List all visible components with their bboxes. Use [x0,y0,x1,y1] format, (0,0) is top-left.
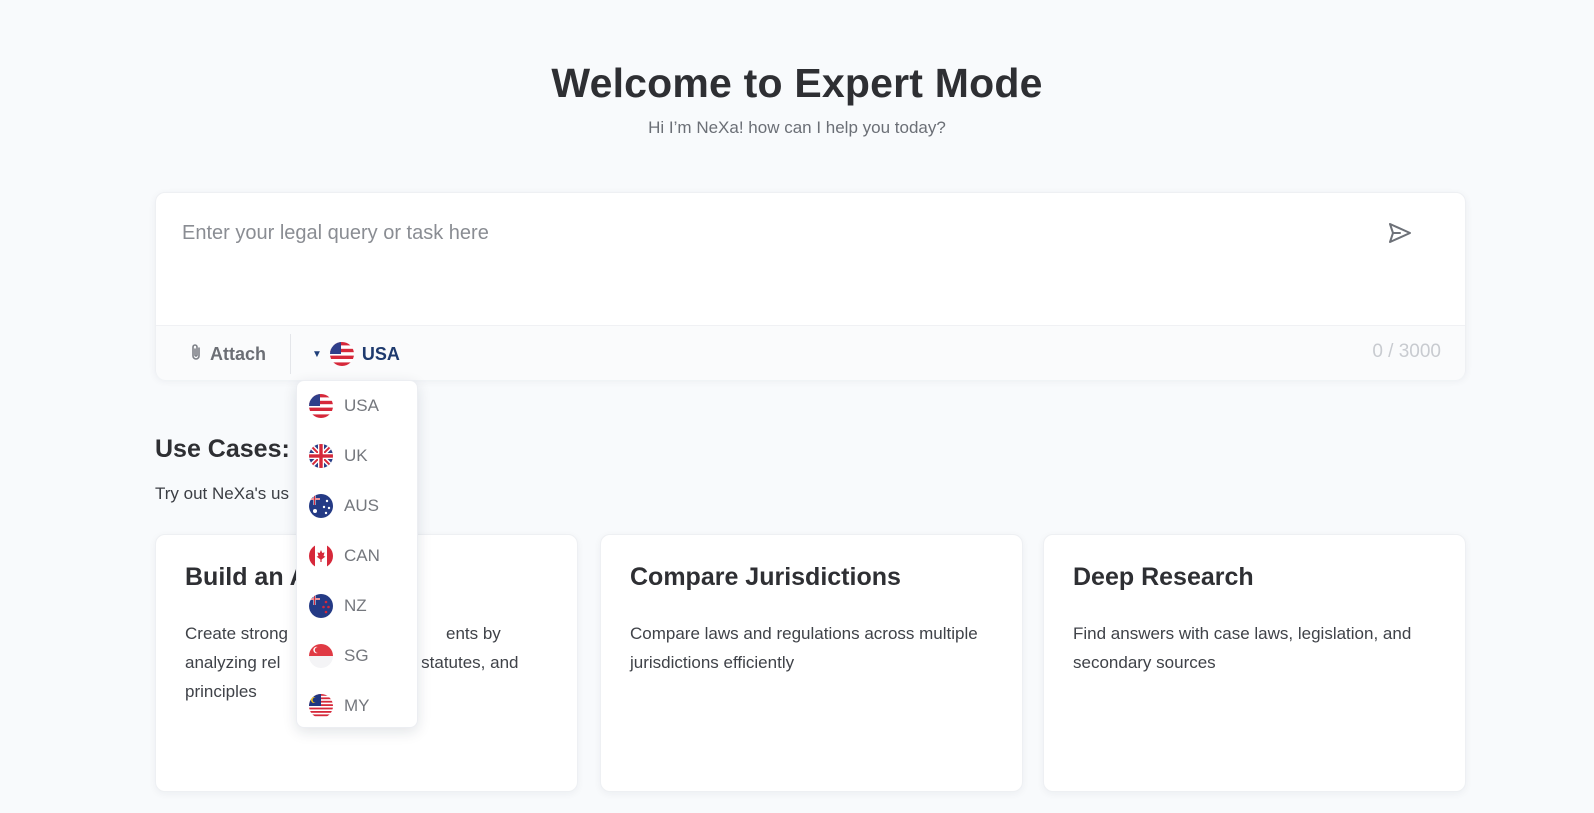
use-cases-title: Use Cases: [155,435,290,463]
char-counter: 0 / 3000 [1372,341,1441,362]
desc-fragment: ents by [446,624,501,643]
country-option-can[interactable]: CAN [309,541,409,571]
paperclip-icon [190,343,202,366]
use-case-title: Deep Research [1073,563,1254,591]
flag-nz-icon [309,594,333,618]
caret-down-icon: ▼ [312,348,322,360]
use-case-description: Compare laws and regulations across mult… [630,624,978,672]
country-option-nz[interactable]: NZ [309,591,409,621]
query-card: Attach ▼ USA 0 / 3000 [155,192,1466,380]
country-option-label: AUS [344,496,379,515]
country-option-label: CAN [344,546,380,565]
flag-aus-icon [309,494,333,518]
attach-button[interactable]: Attach [190,340,266,368]
use-case-card-deep-research[interactable]: Deep Research Find answers with case law… [1043,534,1466,792]
country-option-label: NZ [344,596,367,615]
flag-us-icon [309,394,333,418]
desc-fragment: y, statutes, and [404,653,519,672]
send-button[interactable] [1384,219,1416,251]
query-input[interactable] [182,213,1332,253]
desc-fragment: principles [185,682,257,701]
page-subtitle: Hi I’m NeXa! how can I help you today? [648,118,946,137]
flag-my-icon [309,694,333,718]
country-dropdown-menu: USA UK AUS CAN NZ SG MY [296,380,418,728]
flag-us-icon [329,342,354,366]
toolbar-divider [290,334,291,374]
country-option-my[interactable]: MY [309,691,409,721]
country-option-uk[interactable]: UK [309,441,409,471]
country-option-label: UK [344,446,368,465]
country-option-label: SG [344,646,369,665]
flag-uk-icon [309,444,333,468]
page-title: Welcome to Expert Mode [551,60,1043,106]
country-option-aus[interactable]: AUS [309,491,409,521]
flag-sg-icon [309,644,333,668]
country-option-sg[interactable]: SG [309,641,409,671]
use-case-description: Find answers with case laws, legislation… [1073,624,1412,672]
use-cases-subtitle: Try out NeXa's us [155,484,289,503]
use-case-card-compare-jurisdictions[interactable]: Compare Jurisdictions Compare laws and r… [600,534,1023,792]
flag-can-icon [309,544,333,568]
desc-fragment: Create strong [185,624,288,643]
country-select[interactable]: ▼ USA [312,340,400,368]
send-icon [1388,222,1412,249]
attach-label: Attach [210,343,267,364]
query-toolbar: Attach ▼ USA 0 / 3000 [156,325,1465,380]
country-option-label: USA [344,396,379,415]
country-option-usa[interactable]: USA [309,391,409,421]
use-case-title: Compare Jurisdictions [630,563,901,591]
use-case-title: Build an A [185,563,308,591]
country-option-label: MY [344,696,370,715]
selected-country-label: USA [361,343,400,364]
desc-fragment: analyzing rel [185,653,281,672]
